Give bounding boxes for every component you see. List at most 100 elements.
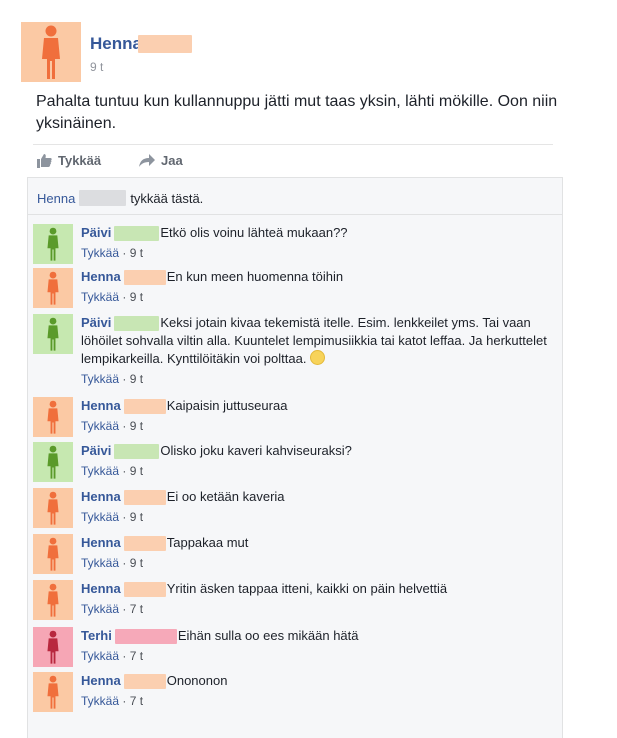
avatar[interactable] — [33, 268, 73, 308]
meta-separator: · — [119, 290, 130, 304]
comment-timestamp[interactable]: 9 t — [130, 464, 143, 478]
comment-timestamp[interactable]: 9 t — [130, 510, 143, 524]
comment-meta: Tykkää · 9 t — [81, 508, 551, 526]
person-icon — [47, 400, 59, 434]
meta-separator: · — [119, 602, 130, 616]
avatar[interactable] — [33, 314, 73, 354]
comment-timestamp[interactable]: 7 t — [130, 694, 143, 708]
comment-author[interactable]: Henna — [81, 535, 121, 550]
avatar[interactable] — [33, 442, 73, 482]
comment-like-button[interactable]: Tykkää — [81, 290, 119, 304]
person-icon — [42, 25, 60, 79]
comment-author[interactable]: Henna — [81, 489, 121, 504]
comment-text: Olisko joku kaveri kahviseuraksi? — [160, 443, 352, 458]
comment-like-button[interactable]: Tykkää — [81, 372, 119, 386]
comment-like-button[interactable]: Tykkää — [81, 246, 119, 260]
share-label: Jaa — [161, 153, 183, 168]
comment-meta: Tykkää · 9 t — [81, 417, 551, 435]
person-icon — [47, 675, 59, 709]
avatar[interactable] — [33, 534, 73, 574]
meta-separator: · — [119, 649, 130, 663]
comment-body: Henna Tappakaa mut Tykkää · 9 t — [81, 534, 551, 572]
comment-text: Tappakaa mut — [166, 535, 249, 550]
person-icon — [47, 630, 59, 664]
comment-author[interactable]: Päivi — [81, 443, 111, 458]
comment-timestamp[interactable]: 7 t — [130, 602, 143, 616]
avatar[interactable] — [33, 397, 73, 437]
comment-timestamp[interactable]: 9 t — [130, 246, 143, 260]
likes-text: tykkää tästä. — [130, 190, 204, 206]
comment-timestamp[interactable]: 9 t — [130, 372, 143, 386]
redacted-surname — [123, 582, 166, 598]
person-icon — [47, 583, 59, 617]
comment-author[interactable]: Henna — [81, 269, 121, 284]
comment-author[interactable]: Henna — [81, 398, 121, 413]
comment-like-button[interactable]: Tykkää — [81, 510, 119, 524]
redacted-surname — [114, 444, 160, 460]
avatar[interactable] — [33, 224, 73, 264]
comment-meta: Tykkää · 7 t — [81, 600, 551, 618]
comment-like-button[interactable]: Tykkää — [81, 602, 119, 616]
comment-timestamp[interactable]: 9 t — [130, 556, 143, 570]
avatar[interactable] — [33, 627, 73, 667]
avatar[interactable] — [33, 580, 73, 620]
redacted-surname — [123, 270, 166, 286]
person-icon — [47, 317, 59, 351]
redacted-surname — [123, 490, 166, 506]
liker-name[interactable]: Henna — [37, 191, 75, 206]
comment-meta: Tykkää · 7 t — [81, 692, 551, 710]
comment-text: Onononon — [166, 673, 228, 688]
redacted-surname — [79, 190, 127, 206]
comment-body: Päivi Keksi jotain kivaa tekemistä itelle… — [81, 314, 551, 388]
comment-meta: Tykkää · 9 t — [81, 244, 551, 262]
share-arrow-icon — [139, 154, 155, 167]
comment-timestamp[interactable]: 9 t — [130, 290, 143, 304]
comment-author[interactable]: Päivi — [81, 225, 111, 240]
likes-summary: Henna tykkää tästä. — [28, 178, 562, 215]
avatar[interactable] — [21, 22, 81, 82]
comment-author[interactable]: Päivi — [81, 315, 111, 330]
comment-body: Henna Yritin äsken tappaa itteni, kaikki … — [81, 580, 551, 618]
comment-text: Etkö olis voinu lähteä mukaan?? — [160, 225, 348, 240]
comment-body: Päivi Olisko joku kaveri kahviseuraksi? Ty… — [81, 442, 551, 480]
person-icon — [47, 271, 59, 305]
meta-separator: · — [119, 372, 130, 386]
redacted-surname — [123, 536, 166, 552]
person-icon — [47, 491, 59, 525]
post-author[interactable]: Henna — [90, 34, 142, 54]
meta-separator: · — [119, 556, 130, 570]
comment-author[interactable]: Henna — [81, 581, 121, 596]
comment-text: Yritin äsken tappaa itteni, kaikki on pä… — [166, 581, 448, 596]
post-timestamp[interactable]: 9 t — [90, 60, 103, 74]
like-button[interactable]: Tykkää — [37, 153, 101, 168]
meta-separator: · — [119, 464, 130, 478]
person-icon — [47, 537, 59, 571]
comment-like-button[interactable]: Tykkää — [81, 556, 119, 570]
comment-body: Terhi Eihän sulla oo ees mikään hätä Tykkä… — [81, 627, 551, 665]
comment-author[interactable]: Terhi — [81, 628, 112, 643]
share-button[interactable]: Jaa — [139, 153, 183, 168]
comment-meta: Tykkää · 7 t — [81, 647, 551, 665]
like-label: Tykkää — [58, 153, 102, 168]
comment-meta: Tykkää · 9 t — [81, 554, 551, 572]
comment-like-button[interactable]: Tykkää — [81, 649, 119, 663]
avatar[interactable] — [33, 488, 73, 528]
comment-body: Henna Onononon Tykkää · 7 t — [81, 672, 551, 710]
meta-separator: · — [119, 419, 130, 433]
comment-author[interactable]: Henna — [81, 673, 121, 688]
comment-meta: Tykkää · 9 t — [81, 370, 551, 388]
comment-body: Henna Ei oo ketään kaveria Tykkää · 9 t — [81, 488, 551, 526]
comment-timestamp[interactable]: 9 t — [130, 419, 143, 433]
comment-like-button[interactable]: Tykkää — [81, 419, 119, 433]
person-icon — [47, 445, 59, 479]
redacted-surname — [138, 35, 192, 53]
comment-timestamp[interactable]: 7 t — [130, 649, 143, 663]
comment-body: Henna Kaipaisin juttuseuraa Tykkää · 9 t — [81, 397, 551, 435]
comment-meta: Tykkää · 9 t — [81, 288, 551, 306]
comment-text: Ei oo ketään kaveria — [166, 489, 285, 504]
comment-like-button[interactable]: Tykkää — [81, 464, 119, 478]
comment-body: Päivi Etkö olis voinu lähteä mukaan?? Tykk… — [81, 224, 551, 262]
post-text: Pahalta tuntuu kun kullannuppu jätti mut… — [36, 93, 558, 132]
comment-like-button[interactable]: Tykkää — [81, 694, 119, 708]
avatar[interactable] — [33, 672, 73, 712]
